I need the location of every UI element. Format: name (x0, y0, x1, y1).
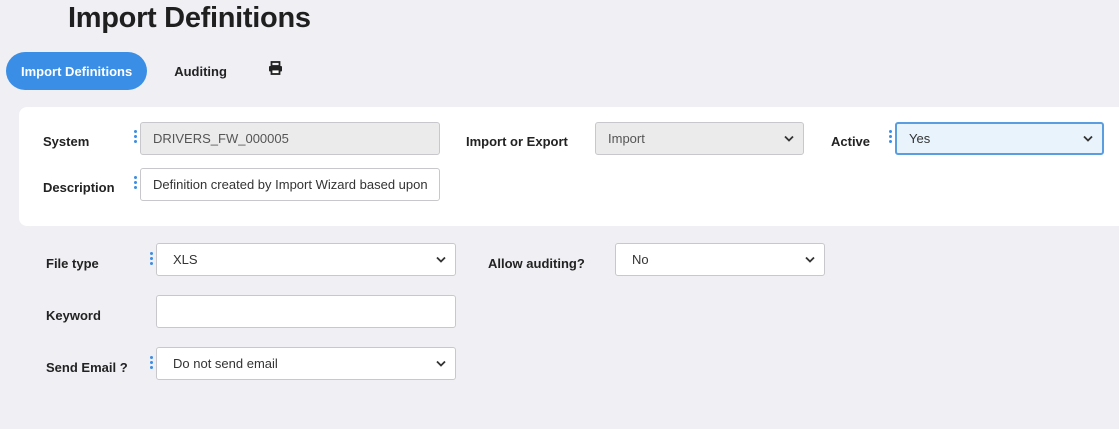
print-button[interactable] (267, 59, 285, 77)
chevron-down-icon (1083, 135, 1093, 142)
allow-auditing-select[interactable]: No (615, 243, 825, 276)
file-type-select[interactable]: XLS (156, 243, 456, 276)
file-type-menu-icon[interactable] (150, 252, 154, 265)
allow-auditing-value: No (632, 252, 649, 267)
printer-icon (269, 61, 283, 75)
page-title: Import Definitions (68, 2, 311, 34)
system-menu-icon[interactable] (134, 130, 138, 143)
send-email-select[interactable]: Do not send email (156, 347, 456, 380)
chevron-down-icon (805, 256, 815, 263)
tab-bar: Import Definitions Auditing (6, 52, 285, 90)
chevron-down-icon (436, 360, 446, 367)
description-input[interactable]: Definition created by Import Wizard base… (140, 168, 440, 201)
import-or-export-label: Import or Export (466, 134, 568, 149)
system-field: DRIVERS_FW_000005 (140, 122, 440, 155)
chevron-down-icon (436, 256, 446, 263)
tab-import-definitions[interactable]: Import Definitions (6, 52, 148, 90)
description-menu-icon[interactable] (134, 176, 138, 189)
system-label: System (43, 134, 90, 149)
send-email-value: Do not send email (173, 356, 278, 371)
import-or-export-value: Import (608, 131, 645, 146)
import-or-export-select: Import (595, 122, 804, 155)
keyword-input[interactable] (156, 295, 456, 328)
active-select[interactable]: Yes (895, 122, 1104, 155)
active-label: Active (831, 134, 871, 149)
tab-auditing[interactable]: Auditing (174, 64, 227, 79)
allow-auditing-label: Allow auditing? (488, 256, 585, 271)
active-value: Yes (909, 131, 931, 146)
send-email-label: Send Email ? (46, 360, 128, 375)
chevron-down-icon (784, 135, 794, 142)
file-type-value: XLS (173, 252, 198, 267)
send-email-menu-icon[interactable] (150, 356, 154, 369)
keyword-label: Keyword (46, 308, 101, 323)
description-label: Description (43, 180, 115, 195)
file-type-label: File type (46, 256, 99, 271)
active-menu-icon[interactable] (889, 130, 893, 143)
